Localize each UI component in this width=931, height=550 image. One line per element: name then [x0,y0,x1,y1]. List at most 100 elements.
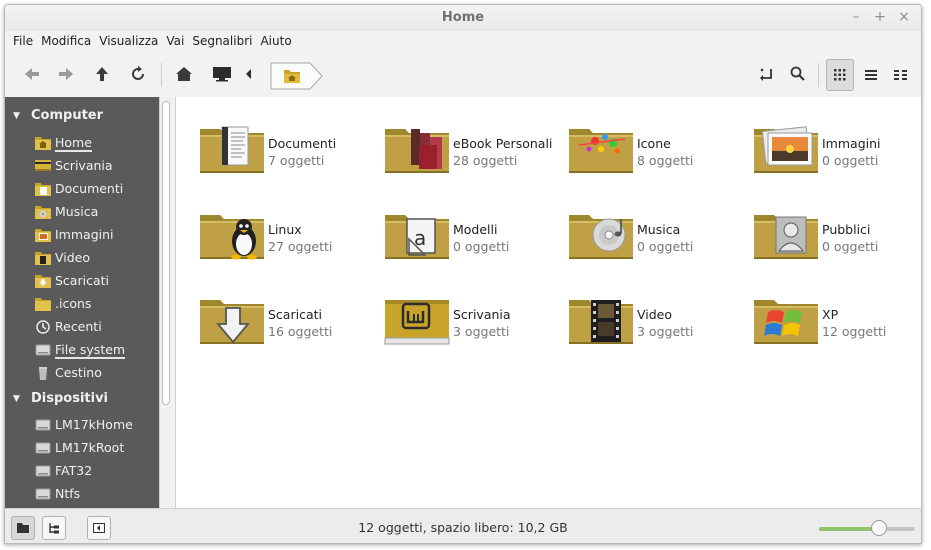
sidebar-item-icons[interactable]: .icons [5,293,159,315]
sidebar-item-scaricati[interactable]: Scaricati [5,270,159,292]
sidebar-item-fat32[interactable]: FAT32 [5,460,159,482]
sidebar-item-musica[interactable]: Musica [5,201,159,223]
menu-help[interactable]: Aiuto [256,32,295,52]
file-tile-scrivania[interactable]: Scrivania 3 oggetti [381,290,561,360]
sidebar-item-label: Musica [55,204,99,219]
up-button[interactable] [87,59,117,89]
file-tile-documenti[interactable]: Documenti 7 oggetti [196,119,376,189]
file-name: Pubblici [822,222,871,237]
zoom-slider[interactable] [819,527,915,531]
file-tile-icone[interactable]: Icone 8 oggetti [565,119,745,189]
document-emblem-icon [221,126,249,166]
folder-icon [385,129,449,173]
file-name: Documenti [268,136,337,151]
breadcrumb-prev-button[interactable] [239,59,259,89]
sidebar-section-label: Dispositivi [31,391,109,406]
desktop-icon [35,160,51,171]
arrow-right-icon [59,68,73,80]
sidebar-item-recenti[interactable]: Recenti [5,316,159,338]
sidebar-item-lm17khome[interactable]: LM17kHome [5,414,159,436]
mint-logo-emblem-icon [401,302,431,330]
file-item-count: 7 oggetti [268,153,325,168]
trash-icon [39,367,47,380]
window-title: Home [441,10,485,25]
menu-go[interactable]: Vai [162,32,188,52]
folder-icon [200,215,264,260]
file-name: Modelli [453,222,498,237]
file-tile-modelli[interactable]: a Modelli 0 oggetti [381,205,561,275]
sidebar-item-label: LM17kRoot [55,440,125,455]
folder-icon [754,215,818,259]
sidebar-section-label: Computer [31,108,104,123]
clock-icon [36,320,50,334]
open-location-icon [760,68,772,81]
file-item-count: 28 oggetti [453,153,518,168]
home-button[interactable] [169,59,199,89]
icon-view-toggle[interactable] [826,59,854,91]
sidebar-item-label: File system [55,342,126,359]
drive-icon [35,442,51,454]
menu-bookmarks[interactable]: Segnalibri [188,32,256,52]
sidebar-item-file-system[interactable]: File system [5,339,159,361]
folder-pictures-icon [35,229,51,242]
file-tile-pubblici[interactable]: Pubblici 0 oggetti [750,205,921,275]
sidebar-item-home[interactable]: Home [5,132,159,154]
sidebar-scrollbar[interactable] [159,97,172,508]
minimize-button[interactable]: – [849,8,863,26]
sidebar-item-ntfs[interactable]: Ntfs [5,483,159,505]
breadcrumb-home[interactable] [270,62,324,90]
reload-icon [132,66,144,80]
drive-icon [35,344,51,356]
menu-edit[interactable]: Modifica [37,32,95,52]
file-tile-xp[interactable]: XP 12 oggetti [750,290,921,360]
file-item-count: 0 oggetti [822,153,879,168]
sidebar-section-dispositivi[interactable]: ▼ Dispositivi [5,388,159,410]
toolbar-separator [161,63,162,87]
computer-button[interactable] [207,59,237,89]
folder-icon [200,126,264,173]
folder-icon [384,300,450,345]
search-button[interactable] [783,59,813,89]
sidebar-item-label: .icons [55,296,92,311]
sidebar-scrollbar-thumb[interactable] [162,101,170,405]
file-tile-musica[interactable]: Musica 0 oggetti [565,205,745,275]
sidebar-item-documenti[interactable]: Documenti [5,178,159,200]
sidebar-item-immagini[interactable]: Immagini [5,224,159,246]
file-tile-immagini[interactable]: Immagini 0 oggetti [750,119,921,189]
file-tile-video[interactable]: Video 3 oggetti [565,290,745,360]
sidebar-item-scrivania[interactable]: Scrivania [5,155,159,177]
back-button[interactable] [17,59,47,89]
sidebar-section-computer[interactable]: ▼ Computer [5,105,159,127]
sidebar: ▼ Computer Home Scrivania Documenti Musi… [5,97,172,508]
drive-icon [35,488,51,500]
file-name: Immagini [822,136,881,151]
file-name: Linux [268,222,302,237]
arrow-left-icon [25,68,39,80]
titlebar[interactable]: Home – + × [5,5,921,31]
file-name: Musica [637,222,681,237]
menu-file[interactable]: File [9,32,37,52]
sidebar-item-lm17kroot[interactable]: LM17kRoot [5,437,159,459]
sidebar-item-video[interactable]: Video [5,247,159,269]
list-view-toggle[interactable] [857,59,885,91]
close-button[interactable]: × [897,8,911,26]
file-tile-ebook-personali[interactable]: eBook Personali 28 oggetti [381,119,561,189]
sidebar-item-label: Home [55,135,92,152]
sidebar-item-cestino[interactable]: Cestino [5,362,159,384]
sidebar-item-label: LM17kHome [55,417,133,432]
file-item-count: 0 oggetti [637,239,694,254]
file-tile-linux[interactable]: Linux 27 oggetti [196,205,376,275]
compact-view-toggle[interactable] [887,59,915,91]
file-item-count: 16 oggetti [268,324,333,339]
file-name: Scrivania [453,307,511,322]
toolbar-separator [818,63,819,87]
file-item-count: 12 oggetti [822,324,887,339]
menu-view[interactable]: Visualizza [95,32,162,52]
file-tile-scaricati[interactable]: Scaricati 16 oggetti [196,290,376,360]
menubar: File Modifica Visualizza Vai Segnalibri … [5,32,296,52]
triangle-down-icon: ▼ [13,394,20,404]
maximize-button[interactable]: + [873,8,887,26]
open-location-button[interactable] [752,59,782,89]
forward-button[interactable] [51,59,81,89]
reload-button[interactable] [123,59,153,89]
